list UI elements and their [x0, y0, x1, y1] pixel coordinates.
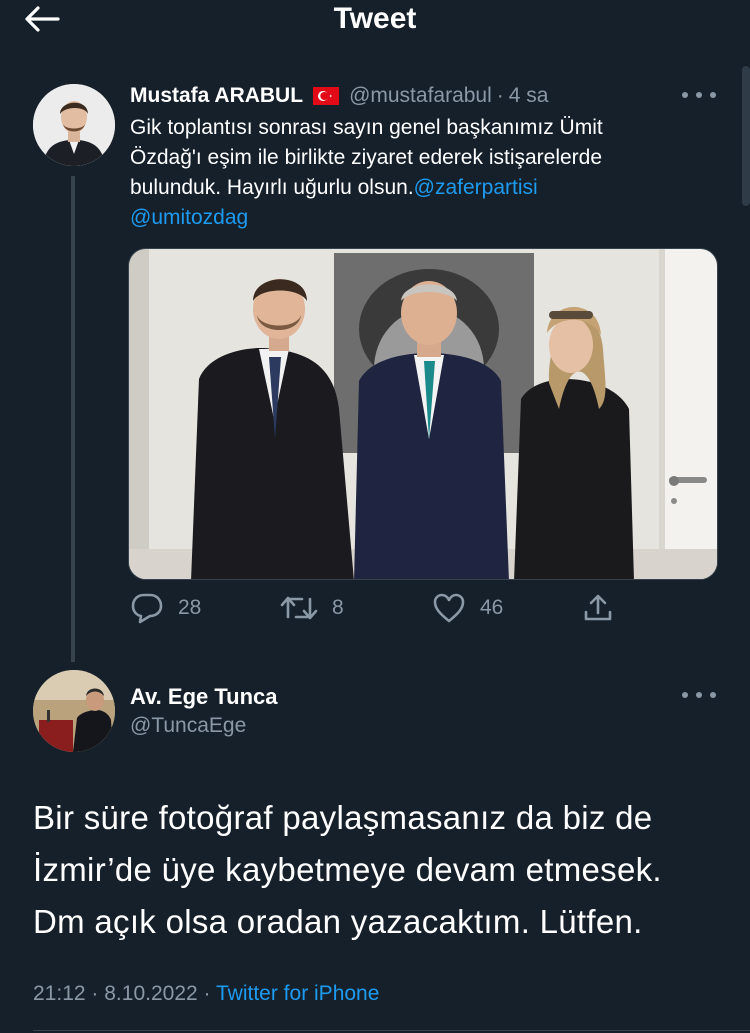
divider: [33, 1030, 750, 1031]
heart-icon: [433, 593, 465, 623]
tweet-text-line: bulunduk. Hayırlı uğurlu olsun.: [130, 176, 414, 199]
reply-text-line: Dm açık olsa oradan yazacaktım. Lütfen.: [33, 903, 643, 940]
like-button[interactable]: 46: [432, 592, 503, 624]
retweet-icon: [280, 596, 318, 620]
reply-author-handle[interactable]: @TuncaEge: [130, 714, 246, 738]
reply-count: 28: [178, 596, 202, 619]
tweet-metadata: 21:12 · 8.10.2022 · Twitter for iPhone: [33, 982, 379, 1006]
tweet-photo[interactable]: [128, 248, 718, 580]
tweet-time[interactable]: 4 sa: [509, 84, 549, 108]
separator-dot: ·: [496, 84, 504, 107]
separator-dot: ·: [91, 982, 99, 1005]
tweet-text: Gik toplantısı sonrası sayın genel başka…: [130, 113, 710, 233]
share-icon: [584, 594, 612, 621]
turkey-flag-icon: [313, 87, 340, 105]
reply-author-name[interactable]: Av. Ege Tunca: [130, 684, 278, 710]
share-button[interactable]: [582, 592, 614, 624]
avatar[interactable]: [33, 670, 115, 752]
reply-text-line: Bir süre fotoğraf paylaşmasanız da biz d…: [33, 799, 653, 836]
reply-button[interactable]: 28: [130, 592, 201, 624]
like-count: 46: [480, 596, 504, 619]
tweet-actions: 28 8 46: [130, 592, 630, 628]
reply-text-line: İzmir’de üye kaybetmeye devam etmesek.: [33, 851, 662, 888]
author-handle[interactable]: @mustafarabul: [349, 84, 492, 108]
more-options-icon[interactable]: [682, 690, 716, 700]
tweet-text-line: Gik toplantısı sonrası sayın genel başka…: [130, 116, 603, 139]
retweet-count: 8: [332, 596, 344, 619]
separator-dot: ·: [203, 982, 211, 1005]
profile-photo: [33, 670, 115, 752]
tweet-header: Mustafa ARABUL @mustafarabul · 4 sa: [130, 82, 548, 110]
profile-photo: [33, 84, 115, 166]
author-name[interactable]: Mustafa ARABUL: [130, 84, 303, 108]
tweet-timestamp[interactable]: 21:12: [33, 982, 86, 1005]
scrollbar[interactable]: [742, 66, 750, 206]
mention-link-umitozdag[interactable]: @umitozdag: [130, 206, 248, 229]
group-photo-image: [129, 249, 717, 579]
avatar[interactable]: [33, 84, 115, 166]
retweet-button[interactable]: 8: [280, 592, 344, 624]
more-options-icon[interactable]: [682, 90, 716, 100]
top-bar: Tweet: [0, 0, 750, 44]
tweet-text-line: Özdağ'ı eşim ile birlikte ziyaret ederek…: [130, 146, 603, 169]
thread-connector: [71, 176, 75, 662]
source-link[interactable]: Twitter for iPhone: [216, 982, 379, 1005]
mention-link-zaferpartisi[interactable]: @zaferpartisi: [414, 176, 538, 199]
reply-icon: [131, 593, 163, 624]
tweet-date[interactable]: 8.10.2022: [104, 982, 197, 1005]
page-title: Tweet: [333, 2, 417, 35]
reply-tweet-text: Bir süre fotoğraf paylaşmasanız da biz d…: [33, 792, 733, 948]
